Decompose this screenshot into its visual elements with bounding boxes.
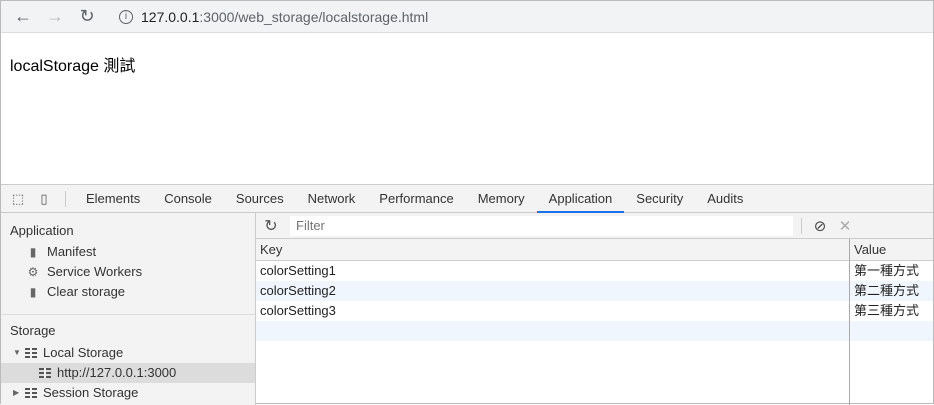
browser-toolbar: ← → ↻ i 127.0.0.1:3000/web_storage/local… (1, 1, 933, 33)
grid-icon (25, 388, 37, 398)
trash-icon: ▮ (29, 285, 37, 299)
table-header: Key Value (256, 239, 933, 261)
row-key: colorSetting2 (260, 283, 336, 298)
sidebar-item-local-storage[interactable]: ▼ Local Storage (1, 343, 255, 363)
tab-network[interactable]: Network (296, 185, 368, 213)
forward-icon[interactable]: → (39, 6, 71, 27)
sidebar-item-label: Local Storage (43, 345, 124, 360)
row-key: colorSetting1 (260, 263, 336, 278)
triangle-right-icon[interactable]: ▶ (13, 383, 25, 403)
back-icon[interactable]: ← (7, 6, 39, 27)
tab-sources[interactable]: Sources (224, 185, 296, 213)
sidebar-item-manifest[interactable]: ▮ Manifest (1, 242, 255, 262)
application-sidebar: Application ▮ Manifest ⚙ Service Workers ▮… (1, 213, 256, 405)
gear-icon: ⚙ (27, 265, 39, 279)
grid-icon (39, 368, 51, 378)
devtools-tabbar: ⬚ ▯ Elements Console Sources Network Per… (1, 184, 933, 213)
section-header-application: Application (10, 223, 74, 238)
url-path: :3000/web_storage/localstorage.html (199, 9, 429, 25)
sidebar-item-label: Clear storage (47, 284, 126, 299)
sidebar-item-service-workers[interactable]: ⚙ Service Workers (1, 262, 255, 282)
tab-performance[interactable]: Performance (367, 185, 465, 213)
sidebar-item-label: Session Storage (43, 385, 139, 400)
table-row[interactable]: colorSetting2 第二種方式 (256, 281, 933, 301)
tab-memory[interactable]: Memory (466, 185, 537, 213)
row-value: 第二種方式 (854, 283, 920, 298)
tab-elements[interactable]: Elements (74, 185, 152, 213)
section-header-storage: Storage (10, 323, 56, 338)
sidebar-item-label: Service Workers (47, 264, 143, 279)
sidebar-item-label: Manifest (47, 244, 97, 259)
page-heading: localStorage 測試 (10, 58, 136, 75)
url-host: 127.0.0.1 (141, 9, 200, 25)
filter-input[interactable] (290, 215, 793, 236)
sidebar-item-local-origin[interactable]: http://127.0.0.1:3000 (1, 363, 255, 383)
info-icon[interactable]: i (119, 10, 133, 24)
device-toolbar-icon[interactable]: ▯ (31, 191, 57, 207)
refresh-icon[interactable]: ↻ (256, 216, 286, 236)
divider (801, 217, 802, 234)
row-value: 第三種方式 (854, 303, 920, 318)
triangle-down-icon[interactable]: ▼ (13, 343, 25, 363)
grid-icon (25, 348, 37, 358)
tab-security[interactable]: Security (624, 185, 695, 213)
page-content: localStorage 測試 (1, 34, 933, 184)
storage-toolbar: ↻ ⊘ ✕ (256, 213, 933, 239)
empty-row[interactable] (256, 321, 933, 341)
row-value: 第一種方式 (854, 263, 920, 278)
tab-console[interactable]: Console (152, 185, 224, 213)
sidebar-item-session-storage[interactable]: ▶ Session Storage (1, 383, 255, 403)
column-divider[interactable] (849, 239, 850, 405)
sidebar-item-label: http://127.0.0.1:3000 (57, 365, 177, 380)
reload-icon[interactable]: ↻ (71, 6, 103, 27)
tab-application[interactable]: Application (536, 185, 625, 213)
tab-audits[interactable]: Audits (695, 185, 755, 213)
divider (1, 314, 255, 315)
inspect-element-icon[interactable]: ⬚ (5, 191, 31, 207)
address-bar[interactable]: i 127.0.0.1:3000/web_storage/localstorag… (111, 5, 931, 29)
storage-panel: ↻ ⊘ ✕ Key Value colorSetting1 第一種方式 color… (256, 213, 933, 405)
column-header-value[interactable]: Value (854, 239, 886, 261)
divider (65, 190, 66, 207)
table-row[interactable]: colorSetting3 第三種方式 (256, 301, 933, 321)
row-key: colorSetting3 (260, 303, 336, 318)
sidebar-item-clear-storage[interactable]: ▮ Clear storage (1, 282, 255, 302)
delete-selected-icon[interactable]: ✕ (830, 217, 860, 235)
clear-all-icon[interactable]: ⊘ (810, 217, 830, 235)
table-row[interactable]: colorSetting1 第一種方式 (256, 261, 933, 281)
file-icon: ▮ (29, 245, 37, 259)
column-header-key[interactable]: Key (260, 239, 282, 261)
